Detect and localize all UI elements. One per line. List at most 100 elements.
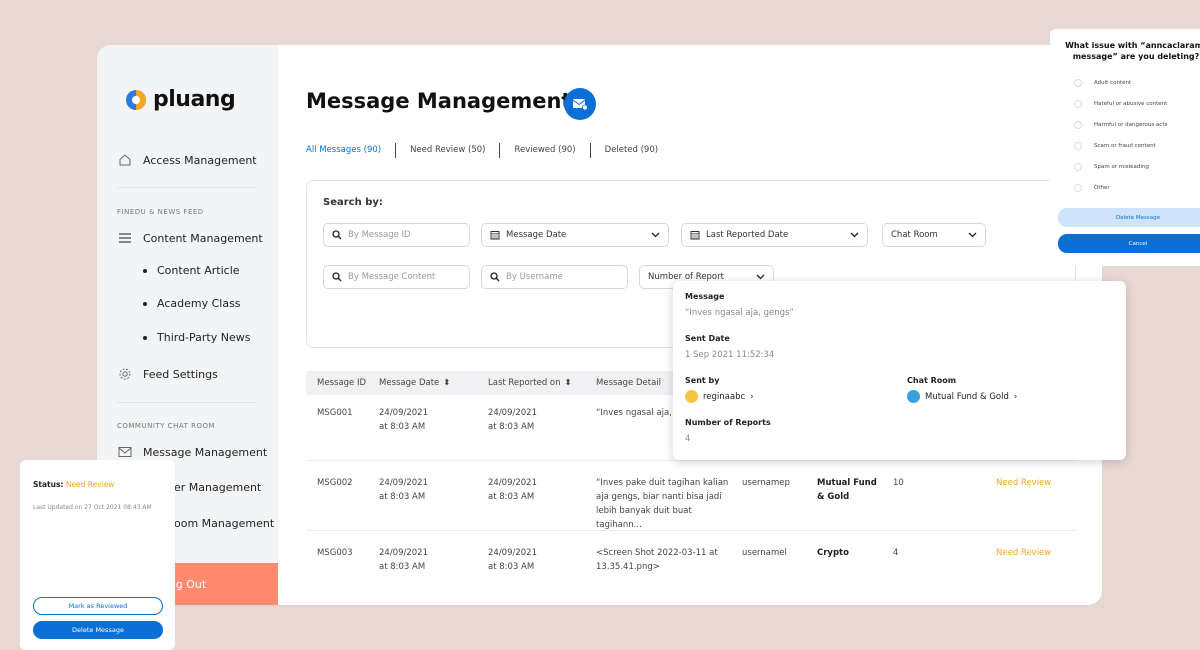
tab-bar: All Messages (90) Need Review (50) Revie… [306, 143, 672, 158]
cancel-button[interactable]: Cancel [1058, 234, 1200, 253]
sent-by-link[interactable]: reginaabc › [685, 390, 754, 403]
reason-label: Adult content [1094, 80, 1132, 86]
dialog-title-line1: What issue with “anncaclaramr [1065, 41, 1200, 50]
reason-option[interactable]: Adult content [1074, 79, 1131, 87]
reason-option[interactable]: Scam or fraud content [1074, 142, 1156, 150]
chat-room-link[interactable]: Mutual Fund & Gold › [907, 390, 1017, 403]
status-card: Status: Need Review Last Updated on 27 O… [20, 460, 175, 650]
chevron-right-icon: › [750, 391, 754, 402]
message-detail-popup: Message “Inves ngasal aja, gengs” Sent D… [673, 281, 1126, 460]
chevron-down-icon [968, 232, 977, 238]
sidebar-item-message-management[interactable]: Message Management [117, 444, 267, 460]
sidebar-item-content-management[interactable]: Content Management [117, 230, 263, 246]
delete-message-button[interactable]: Delete Message [33, 621, 163, 639]
delete-reason-dialog: What issue with “anncaclaramr message” a… [1050, 29, 1200, 266]
sidebar-item-access-management[interactable]: Access Management [117, 152, 257, 168]
last-reported-cell: 24/09/2021 at 8:03 AM [488, 546, 537, 574]
message-content-placeholder: By Message Content [348, 272, 436, 282]
chat-room-select[interactable]: Chat Room [882, 223, 986, 247]
message-date-cell: 24/09/2021 at 8:03 AM [379, 406, 428, 434]
status-value: Need Review [65, 480, 115, 489]
tab-need-review[interactable]: Need Review (50) [395, 143, 499, 158]
reason-option[interactable]: Spam or misleading [1074, 163, 1149, 171]
status-line: Status: Need Review [33, 480, 115, 489]
sidebar-subitem-third-party-news[interactable]: Third-Party News [143, 331, 250, 344]
sidebar-subitem-content-article[interactable]: Content Article [143, 264, 240, 277]
message-detail-cell: “Inves pake duit tagihan kalian aja geng… [596, 478, 729, 530]
column-header-label: Message Detail [596, 378, 661, 388]
sidebar-item-user-management[interactable]: er Management [174, 481, 261, 494]
chevron-down-icon [756, 274, 765, 280]
message-id-cell: MSG001 [317, 408, 353, 418]
column-header-last-reported[interactable]: Last Reported on ⬍ [488, 378, 572, 388]
row-divider [306, 530, 1076, 531]
search-icon [332, 230, 342, 240]
message-id-input[interactable]: By Message ID [323, 223, 470, 247]
page-title: Message Management [306, 89, 572, 113]
sent-date-value: 1 Sep 2021 11:52:34 [685, 350, 775, 360]
message-date-cell: 24/09/2021 at 8:03 AM [379, 476, 428, 504]
column-header-label: Message ID [317, 378, 367, 388]
message-detail-cell: <Screen Shot 2022-03-11 at 13.35.41.png> [596, 548, 718, 572]
chat-room-avatar [907, 390, 920, 403]
username-cell: usernamel [742, 548, 787, 558]
message-date-cell: 24/09/2021 at 8:03 AM [379, 546, 428, 574]
chat-room-label: Chat Room [907, 376, 957, 385]
date-line: 24/09/2021 [379, 408, 428, 418]
mail-icon [117, 444, 133, 460]
sent-by-value: reginaabc [703, 391, 746, 402]
home-icon [117, 152, 133, 168]
reports-label: Number of Reports [685, 418, 771, 427]
sidebar-item-label: Third-Party News [157, 331, 251, 344]
row-divider [306, 460, 1076, 461]
status-label: Status: [33, 480, 64, 489]
list-icon [117, 230, 133, 246]
sidebar-item-label: Message Management [143, 445, 268, 459]
logo: pluang [125, 87, 236, 112]
last-reported-date-select[interactable]: Last Reported Date [681, 223, 868, 247]
message-text: “Inves ngasal aja, gengs” [685, 308, 794, 318]
reason-option[interactable]: Harmful or dangerous acts [1074, 121, 1167, 129]
message-id-cell: MSG003 [317, 548, 353, 558]
message-date-select[interactable]: Message Date [481, 223, 669, 247]
time-line: at 8:03 AM [379, 492, 426, 502]
sidebar-subitem-academy-class[interactable]: Academy Class [143, 297, 241, 310]
message-id-cell: MSG002 [317, 478, 353, 488]
reason-option[interactable]: Hateful or abusive content [1074, 100, 1167, 108]
calendar-icon [690, 231, 700, 240]
search-icon [490, 272, 500, 282]
tab-all-messages[interactable]: All Messages (90) [306, 143, 395, 158]
calendar-icon [490, 231, 500, 240]
column-header-message-date[interactable]: Message Date ⬍ [379, 378, 450, 388]
sidebar-item-label: Access Management [143, 153, 257, 167]
mark-reviewed-button[interactable]: Mark as Reviewed [33, 597, 163, 615]
report-count-cell: 4 [893, 548, 899, 558]
tab-reviewed[interactable]: Reviewed (90) [499, 143, 589, 158]
tab-deleted[interactable]: Deleted (90) [589, 143, 672, 158]
username-cell: usernamep [742, 478, 790, 488]
date-line: 24/09/2021 [488, 408, 537, 418]
radio-icon [1074, 121, 1082, 129]
chat-room-cell: Mutual Fund & Gold [817, 478, 877, 502]
reason-label: Scam or fraud content [1094, 143, 1156, 149]
column-header-message-id[interactable]: Message ID [317, 378, 366, 388]
chat-room-value: Mutual Fund & Gold [925, 391, 1009, 402]
sidebar-item-room-management[interactable]: oom Management [174, 517, 274, 530]
reason-option[interactable]: Other [1074, 184, 1110, 192]
column-header-message-detail: Message Detail [596, 378, 661, 388]
avatar [685, 390, 698, 403]
sidebar-item-feed-settings[interactable]: Feed Settings [117, 366, 218, 382]
gear-icon [117, 366, 133, 382]
pluang-logo-icon [126, 89, 146, 110]
username-input[interactable]: By Username [481, 265, 628, 289]
time-line: at 8:03 AM [379, 562, 426, 572]
reason-label: Spam or misleading [1094, 164, 1149, 170]
message-content-input[interactable]: By Message Content [323, 265, 470, 289]
confirm-delete-button[interactable]: Delete Message [1058, 208, 1200, 227]
time-line: at 8:03 AM [379, 422, 426, 432]
message-label: Message [685, 292, 725, 301]
logo-text: pluang [153, 87, 236, 112]
chat-room-label: Chat Room [891, 230, 938, 240]
section-label-finedu: FINEDU & NEWS FEED [117, 208, 204, 216]
column-header-label: Message Date [379, 378, 440, 388]
